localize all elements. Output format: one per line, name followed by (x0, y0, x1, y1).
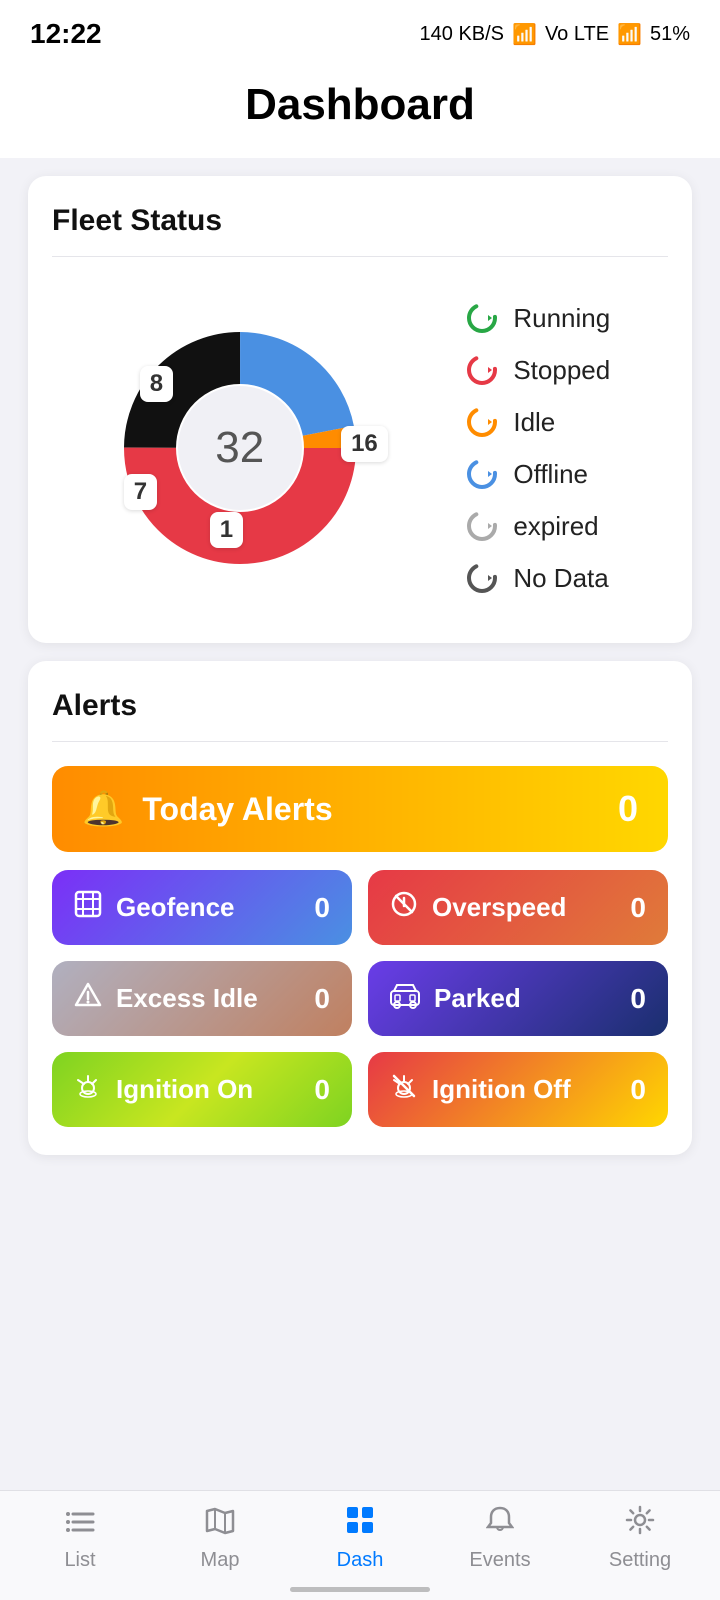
running-icon (465, 301, 499, 335)
parked-button[interactable]: Parked 0 (368, 961, 668, 1036)
nav-events[interactable]: Events (455, 1505, 545, 1572)
legend-nodata-label: No Data (513, 563, 608, 594)
ignitionon-icon (74, 1072, 102, 1107)
excessidle-label: Excess Idle (116, 983, 258, 1014)
alerts-divider (52, 741, 668, 742)
status-time: 12:22 (30, 18, 102, 50)
ignitionoff-left: Ignition Off (390, 1072, 571, 1107)
lte-icon: Vo LTE (545, 23, 609, 46)
ignitionoff-icon (390, 1072, 418, 1107)
stopped-icon (465, 353, 499, 387)
nodata-icon (465, 561, 499, 595)
today-alerts-label: Today Alerts (142, 791, 332, 828)
donut-label-nodata: 1 (210, 512, 243, 548)
ignitionoff-count: 0 (630, 1074, 646, 1106)
ignitionon-count: 0 (314, 1074, 330, 1106)
nav-map[interactable]: Map (175, 1506, 265, 1572)
today-alerts-bell-icon: 🔔 (82, 789, 124, 829)
legend-expired: expired (465, 509, 610, 543)
nav-dash[interactable]: Dash (315, 1505, 405, 1572)
header: Dashboard (0, 60, 720, 158)
nav-list-label: List (64, 1549, 95, 1572)
parked-left: Parked (390, 981, 521, 1016)
excessidle-left: Excess Idle (74, 981, 258, 1016)
home-indicator (290, 1587, 430, 1592)
legend-expired-label: expired (513, 511, 598, 542)
overspeed-icon (390, 890, 418, 925)
geofence-label: Geofence (116, 892, 235, 923)
network-label: 140 KB/S (420, 23, 505, 46)
nav-map-label: Map (201, 1549, 240, 1572)
fleet-divider (52, 256, 668, 257)
ignitionon-button[interactable]: Ignition On 0 (52, 1052, 352, 1127)
events-icon (486, 1505, 514, 1543)
fleet-status-card: Fleet Status 32 8 16 7 (28, 176, 692, 643)
fleet-content: 32 8 16 7 1 Running (52, 281, 668, 615)
list-icon (65, 1506, 95, 1543)
legend-stopped-label: Stopped (513, 355, 610, 386)
alerts-grid: Geofence 0 Overspeed 0 (52, 870, 668, 1127)
geofence-button[interactable]: Geofence 0 (52, 870, 352, 945)
excessidle-count: 0 (314, 983, 330, 1015)
ignitionon-left: Ignition On (74, 1072, 253, 1107)
today-alerts-count: 0 (618, 788, 638, 830)
ignitionoff-label: Ignition Off (432, 1074, 571, 1105)
idle-icon (465, 405, 499, 439)
legend-nodata: No Data (465, 561, 610, 595)
nav-events-label: Events (469, 1549, 530, 1572)
legend-offline: Offline (465, 457, 610, 491)
nav-dash-label: Dash (337, 1549, 384, 1572)
legend-offline-label: Offline (513, 459, 588, 490)
geofence-left: Geofence (74, 890, 235, 925)
overspeed-button[interactable]: Overspeed 0 (368, 870, 668, 945)
offline-icon (465, 457, 499, 491)
status-icons: 140 KB/S 📶 Vo LTE 📶 51% (420, 22, 690, 47)
nav-setting-label: Setting (609, 1549, 671, 1572)
today-alerts-button[interactable]: 🔔 Today Alerts 0 (52, 766, 668, 852)
legend-running-label: Running (513, 303, 610, 334)
donut-label-running: 16 (341, 426, 388, 462)
dash-icon (345, 1505, 375, 1543)
setting-icon (625, 1505, 655, 1543)
battery-label: 51% (650, 23, 690, 46)
bottom-nav: List Map Dash Eve (0, 1490, 720, 1600)
parked-count: 0 (630, 983, 646, 1015)
geofence-icon (74, 890, 102, 925)
signal-icon: 📶 (617, 22, 642, 47)
parked-icon (390, 981, 420, 1016)
fleet-status-title: Fleet Status (52, 204, 668, 238)
nav-list[interactable]: List (35, 1506, 125, 1572)
map-icon (205, 1506, 235, 1543)
legend-idle-label: Idle (513, 407, 555, 438)
legend-running: Running (465, 301, 610, 335)
today-alerts-left: 🔔 Today Alerts (82, 789, 333, 829)
donut-label-stopped: 8 (140, 366, 173, 402)
overspeed-count: 0 (630, 892, 646, 924)
nav-setting[interactable]: Setting (595, 1505, 685, 1572)
overspeed-label: Overspeed (432, 892, 566, 923)
fleet-legend: Running Stopped (465, 301, 610, 595)
donut-total: 32 (215, 423, 264, 473)
legend-stopped: Stopped (465, 353, 610, 387)
donut-label-idle: 7 (124, 474, 157, 510)
ignitionon-label: Ignition On (116, 1074, 253, 1105)
ignitionoff-button[interactable]: Ignition Off 0 (368, 1052, 668, 1127)
geofence-count: 0 (314, 892, 330, 924)
wifi-icon: 📶 (512, 22, 537, 47)
legend-idle: Idle (465, 405, 610, 439)
expired-icon (465, 509, 499, 543)
excessidle-icon (74, 981, 102, 1016)
page-title: Dashboard (0, 80, 720, 130)
alerts-title: Alerts (52, 689, 668, 723)
donut-chart: 32 8 16 7 1 (110, 318, 370, 578)
alerts-card: Alerts 🔔 Today Alerts 0 (28, 661, 692, 1155)
overspeed-left: Overspeed (390, 890, 566, 925)
excessidle-button[interactable]: Excess Idle 0 (52, 961, 352, 1036)
status-bar: 12:22 140 KB/S 📶 Vo LTE 📶 51% (0, 0, 720, 60)
parked-label: Parked (434, 983, 521, 1014)
